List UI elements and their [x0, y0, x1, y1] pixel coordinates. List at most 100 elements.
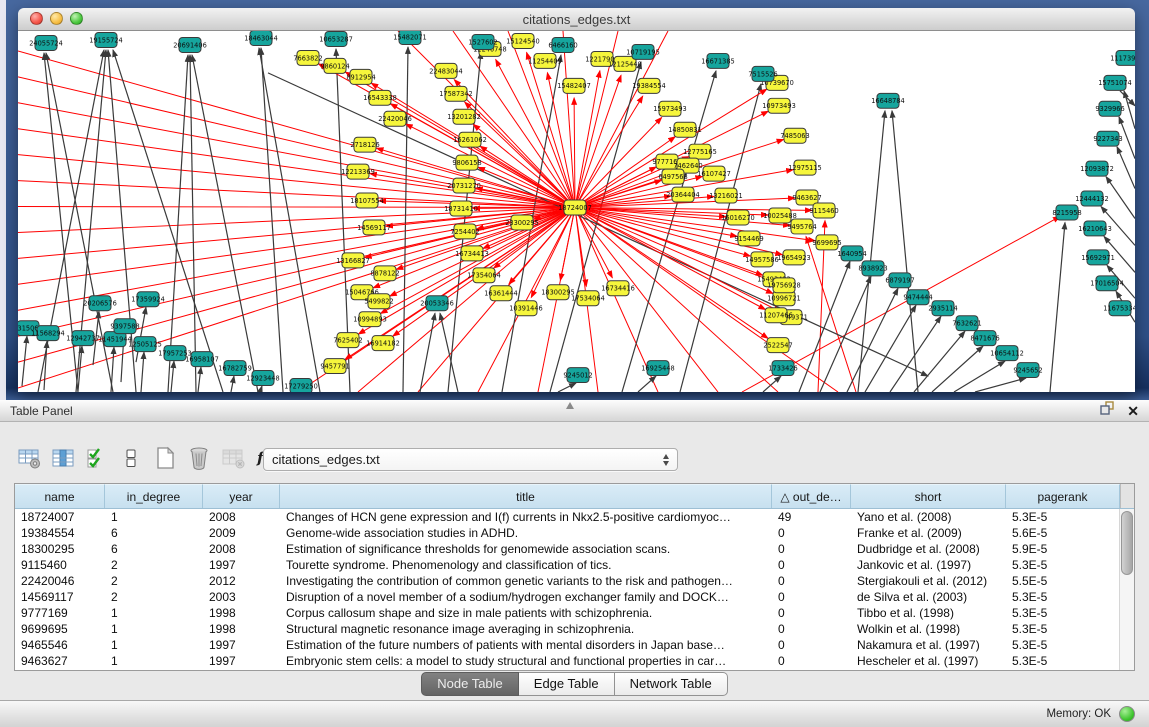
graph-node[interactable]: 16648784: [871, 93, 905, 108]
tab-network-table[interactable]: Network Table: [615, 672, 728, 696]
graph-node[interactable]: 7632621: [952, 316, 981, 331]
graph-node[interactable]: 9860124: [320, 58, 349, 73]
graph-node[interactable]: 14569117: [357, 220, 391, 235]
table-row[interactable]: 946362711997Embryonic stem cells: a mode…: [15, 653, 1134, 669]
graph-node[interactable]: 6497568: [658, 169, 687, 184]
graph-node[interactable]: 16671385: [701, 53, 735, 68]
graph-node[interactable]: 9115460: [809, 203, 838, 218]
graph-node[interactable]: 16734416: [601, 281, 635, 296]
graph-node[interactable]: 10653287: [319, 31, 353, 46]
graph-node[interactable]: 8215958: [1052, 205, 1081, 220]
close-window-button[interactable]: [30, 12, 43, 25]
graph-node[interactable]: 9329966: [1095, 101, 1124, 116]
graph-node[interactable]: 16361444: [484, 286, 518, 301]
tab-edge-table[interactable]: Edge Table: [519, 672, 615, 696]
graph-node[interactable]: 14957586: [745, 252, 779, 267]
graph-node[interactable]: 15482071: [393, 31, 427, 44]
graph-node[interactable]: 9397588: [110, 319, 139, 334]
graph-node[interactable]: 10391446: [509, 301, 543, 316]
delete-column-icon[interactable]: [186, 445, 212, 471]
graph-node[interactable]: 12213369: [341, 164, 375, 179]
table-row[interactable]: 911546021997Tourette syndrome. Phenomeno…: [15, 557, 1134, 573]
graph-node[interactable]: 20206576: [83, 296, 117, 311]
graph-node[interactable]: 16016270: [721, 210, 755, 225]
network-window-titlebar[interactable]: citations_edges.txt: [18, 8, 1135, 31]
table-mode-icon[interactable]: [16, 445, 42, 471]
graph-node[interactable]: 15482407: [557, 78, 591, 93]
graph-node[interactable]: 1640954: [837, 246, 866, 261]
graph-node[interactable]: 19654923: [777, 250, 811, 265]
graph-node[interactable]: 12975115: [788, 160, 822, 175]
graph-node[interactable]: 9699695: [812, 235, 841, 250]
column-header-name[interactable]: name: [15, 484, 105, 508]
table-row[interactable]: 1938455462009Genome-wide association stu…: [15, 525, 1134, 541]
graph-node[interactable]: 9245012: [563, 368, 592, 383]
graph-node[interactable]: 12942737: [66, 331, 100, 346]
graph-node[interactable]: 11675334: [1103, 301, 1135, 316]
graph-node[interactable]: 17016504: [1090, 276, 1124, 291]
scrollbar-thumb[interactable]: [1121, 511, 1133, 575]
graph-node[interactable]: 16914182: [366, 336, 400, 351]
graph-node[interactable]: 15973493: [653, 101, 687, 116]
column-header-out_de[interactable]: △ out_de…: [772, 484, 851, 508]
graph-node[interactable]: 12505125: [128, 337, 162, 352]
graph-node[interactable]: 15751074: [1098, 75, 1132, 90]
graph-node[interactable]: 6879197: [885, 273, 914, 288]
table-row[interactable]: 969969511998Structural magnetic resonanc…: [15, 621, 1134, 637]
graph-node[interactable]: 8878122: [370, 266, 399, 281]
close-panel-icon[interactable]: ✕: [1127, 404, 1139, 418]
graph-node[interactable]: 11173902: [1110, 50, 1135, 65]
graph-node[interactable]: 8938923: [858, 261, 887, 276]
graph-node[interactable]: 7515526: [748, 66, 777, 81]
graph-node[interactable]: 9245652: [1013, 363, 1042, 378]
row-height-icon[interactable]: [118, 445, 144, 471]
graph-node[interactable]: 2522547: [763, 338, 792, 353]
graph-node[interactable]: 6466160: [548, 37, 577, 52]
zoom-window-button[interactable]: [70, 12, 83, 25]
table-row[interactable]: 977716911998Corpus callosum shape and si…: [15, 605, 1134, 621]
graph-node[interactable]: 16261062: [453, 132, 487, 147]
graph-node[interactable]: 17587342: [439, 86, 473, 101]
column-header-in_degree[interactable]: in_degree: [105, 484, 203, 508]
graph-node[interactable]: 16210643: [1078, 221, 1112, 236]
graph-node[interactable]: 15692971: [1081, 250, 1115, 265]
table-row[interactable]: 1830029562008Estimation of significance …: [15, 541, 1134, 557]
graph-node[interactable]: 9457791: [320, 359, 349, 374]
graph-node[interactable]: 7485063: [780, 128, 809, 143]
table-row[interactable]: 2242004622012Investigating the contribut…: [15, 573, 1134, 589]
graph-node[interactable]: 19155724: [89, 32, 123, 47]
graph-node[interactable]: 18463044: [244, 31, 278, 45]
graph-node[interactable]: 19384554: [632, 78, 666, 93]
show-columns-icon[interactable]: [50, 445, 76, 471]
tab-node-table[interactable]: Node Table: [421, 672, 519, 696]
table-vertical-scrollbar[interactable]: [1119, 509, 1134, 670]
column-header-pagerank[interactable]: pagerank: [1006, 484, 1120, 508]
graph-node[interactable]: 17279250: [284, 379, 318, 392]
minimize-window-button[interactable]: [50, 12, 63, 25]
graph-node[interactable]: 8471676: [970, 331, 999, 346]
graph-node[interactable]: 7625402: [333, 333, 362, 348]
graph-node[interactable]: 2935114: [928, 301, 957, 316]
graph-node[interactable]: 12923448: [246, 371, 280, 386]
float-panel-icon[interactable]: [1099, 401, 1115, 421]
select-rows-icon[interactable]: [84, 445, 110, 471]
graph-node[interactable]: 16925448: [641, 361, 675, 376]
graph-node[interactable]: 20691406: [173, 37, 207, 52]
column-header-year[interactable]: year: [203, 484, 280, 508]
table-row[interactable]: 1456911722003Disruption of a novel membe…: [15, 589, 1134, 605]
graph-node[interactable]: 12093872: [1080, 161, 1114, 176]
network-graph-canvas[interactable]: 1872400776638229860124891295416543338224…: [18, 31, 1135, 392]
graph-node[interactable]: 2718126: [350, 137, 379, 152]
graph-node[interactable]: 24055724: [29, 35, 63, 50]
graph-node[interactable]: 17359924: [131, 292, 165, 307]
graph-node[interactable]: 10994893: [353, 312, 387, 327]
graph-node[interactable]: 9495764: [787, 219, 816, 234]
graph-node[interactable]: 9806158: [452, 155, 481, 170]
table-select-dropdown[interactable]: citations_edges.txt: [263, 448, 678, 471]
graph-node[interactable]: 18300295: [541, 285, 575, 300]
graph-node[interactable]: 9474444: [903, 290, 932, 305]
new-column-icon[interactable]: [152, 445, 178, 471]
graph-node[interactable]: 7254402: [450, 224, 479, 239]
graph-node[interactable]: 12444132: [1075, 191, 1109, 206]
graph-node[interactable]: 1527602: [468, 34, 497, 49]
